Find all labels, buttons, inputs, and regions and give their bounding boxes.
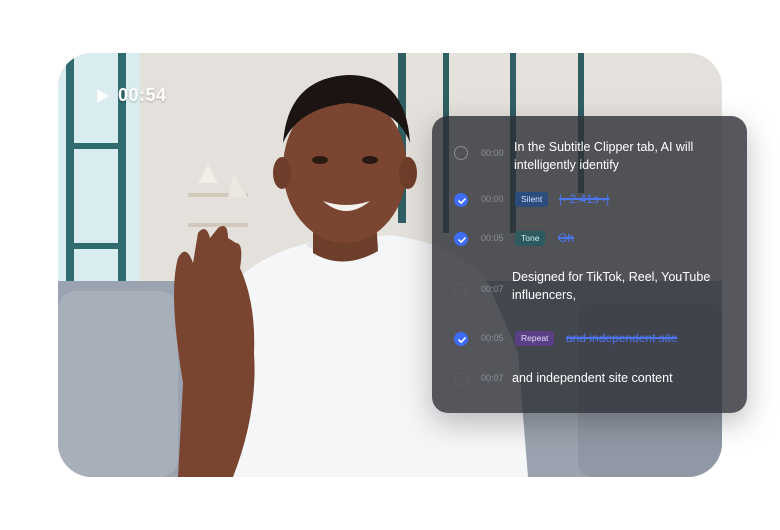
play-icon[interactable] [96,88,110,104]
row-checkbox-checked[interactable] [454,193,468,207]
row-text: Designed for TikTok, Reel, YouTube influ… [512,270,711,302]
row-checkbox-checked[interactable] [454,332,468,346]
subtitle-clipper-panel: 00:00 In the Subtitle Clipper tab, AI wi… [432,116,747,413]
row-checkbox[interactable] [454,283,468,297]
row-text: and independent site content [512,371,673,385]
row-checkbox-checked[interactable] [454,232,468,246]
row-checkbox[interactable] [454,372,468,386]
removed-segment: Oh [558,231,575,245]
playback-time[interactable]: 00:54 [96,85,167,106]
row-time: 00:00 [481,194,504,204]
repeat-badge: Repeat [515,331,555,346]
row-time: 00:07 [481,284,504,294]
row-text: In the Subtitle Clipper tab, AI will int… [514,140,694,172]
removed-segment: and independent site [566,331,678,345]
checkmark-icon [458,237,466,243]
checkmark-icon [458,337,466,343]
silent-badge: Silent [515,192,549,207]
row-time: 00:05 [481,233,504,243]
time-display: 00:54 [118,85,167,105]
row-checkbox[interactable] [454,146,468,160]
row-time: 00:00 [481,148,504,158]
removed-segment: |- 2.41s -| [559,192,610,206]
checkmark-icon [458,198,466,204]
tone-badge: Tone [515,231,546,246]
row-time: 00:05 [481,333,504,343]
row-time: 00:07 [481,373,504,383]
